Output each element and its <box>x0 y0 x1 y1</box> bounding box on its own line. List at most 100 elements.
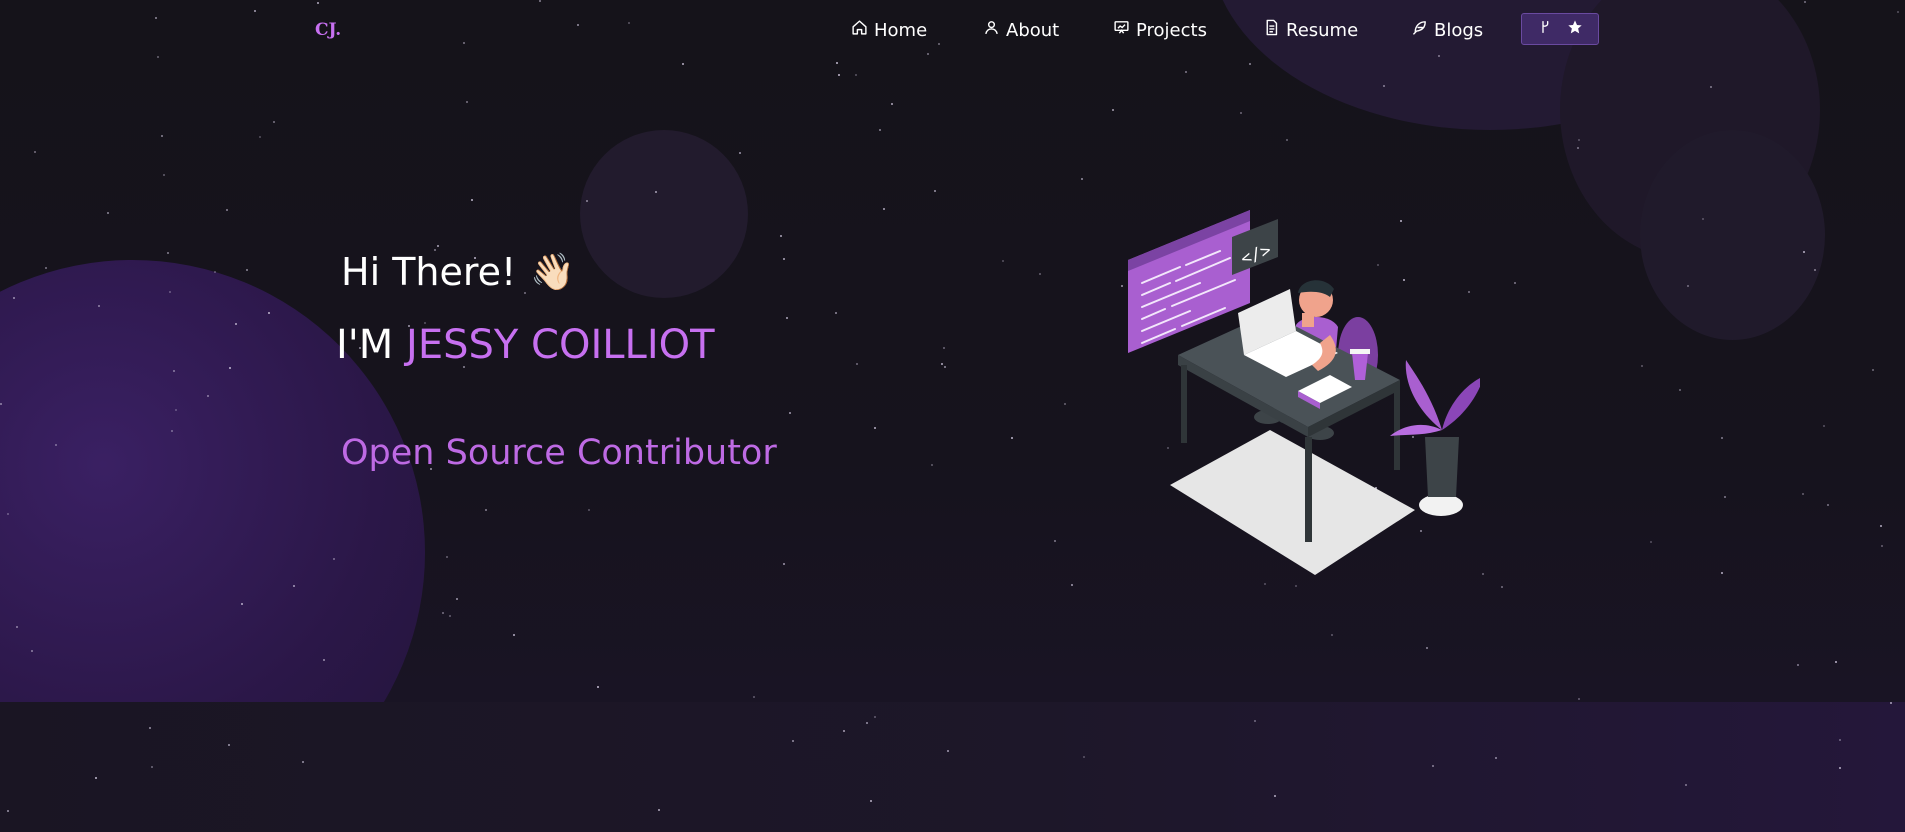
star <box>1264 583 1266 585</box>
star <box>229 367 231 369</box>
star <box>471 199 473 201</box>
nav-item-home[interactable]: Home <box>851 18 927 42</box>
star <box>947 750 949 752</box>
star <box>934 190 936 192</box>
git-fork-icon <box>1537 19 1553 39</box>
star <box>34 151 36 153</box>
star <box>655 191 657 193</box>
star <box>780 235 782 237</box>
star <box>1185 71 1187 73</box>
hero-role: Open Source Contributor <box>341 433 777 473</box>
star <box>586 200 588 202</box>
star <box>1426 647 1428 649</box>
star <box>1249 63 1251 65</box>
star <box>449 615 451 617</box>
hero-greeting: Hi There! 👋🏻 <box>341 250 575 294</box>
star-icon <box>1567 19 1583 39</box>
star <box>7 810 9 812</box>
star <box>1578 139 1580 141</box>
star <box>1802 493 1804 495</box>
star <box>323 659 325 661</box>
star <box>1295 585 1297 587</box>
star <box>1650 541 1652 543</box>
star <box>879 129 881 131</box>
star <box>169 291 171 293</box>
star <box>13 297 15 299</box>
star <box>1890 702 1892 704</box>
star <box>1872 369 1874 371</box>
star <box>175 409 177 411</box>
star <box>0 403 2 405</box>
star <box>792 740 794 742</box>
star <box>1432 765 1434 767</box>
star <box>273 121 275 123</box>
star <box>1081 178 1083 180</box>
star <box>855 74 857 76</box>
star <box>1577 147 1579 149</box>
star <box>513 634 515 636</box>
star <box>783 258 785 260</box>
star <box>682 63 684 65</box>
intro-prefix: I'M <box>336 322 407 368</box>
star <box>163 174 165 176</box>
star <box>1274 795 1276 797</box>
star <box>1839 767 1841 769</box>
star <box>456 598 458 600</box>
star <box>151 766 153 768</box>
star <box>597 686 599 688</box>
star <box>1011 437 1013 439</box>
hero-intro: I'M JESSY COILLIOT <box>336 322 715 368</box>
star <box>856 363 858 365</box>
star <box>226 209 228 211</box>
star <box>259 136 261 138</box>
nav-item-blogs-label: Blogs <box>1434 19 1484 41</box>
nav-item-blogs[interactable]: Blogs <box>1411 18 1483 42</box>
star <box>874 716 876 718</box>
star <box>1797 664 1799 666</box>
star <box>836 62 838 64</box>
star <box>55 444 57 446</box>
star <box>1839 739 1841 741</box>
star <box>1240 112 1242 114</box>
star <box>446 556 448 558</box>
star <box>1083 756 1085 758</box>
star <box>1514 282 1516 284</box>
star <box>1071 584 1073 586</box>
star <box>1383 85 1385 87</box>
star <box>1002 260 1004 262</box>
logo[interactable]: CJ. <box>315 20 341 40</box>
star <box>1702 218 1704 220</box>
star <box>45 267 47 269</box>
nav-item-resume[interactable]: Resume <box>1263 18 1358 42</box>
star <box>95 777 97 779</box>
star <box>753 696 755 698</box>
nav-item-projects[interactable]: Projects <box>1113 18 1207 42</box>
star <box>16 626 18 628</box>
star <box>874 427 876 429</box>
star <box>1286 139 1288 141</box>
star <box>98 305 100 307</box>
star <box>1803 251 1805 253</box>
star <box>838 74 840 76</box>
presentation-icon <box>1113 19 1130 41</box>
star <box>783 563 785 565</box>
hero-name: JESSY COILLIOT <box>406 322 715 368</box>
github-fork-button[interactable] <box>1521 13 1599 45</box>
star <box>1687 285 1689 287</box>
star <box>1881 545 1883 547</box>
star <box>466 101 468 103</box>
star <box>437 245 439 247</box>
star <box>1064 403 1066 405</box>
star <box>835 312 837 314</box>
star <box>941 363 943 365</box>
star <box>1679 389 1681 391</box>
star <box>1710 86 1712 88</box>
star <box>1039 273 1041 275</box>
star <box>207 395 209 397</box>
nav-item-about[interactable]: About <box>983 18 1059 42</box>
star <box>943 347 945 349</box>
star <box>173 370 175 372</box>
star <box>658 809 660 811</box>
star <box>1685 784 1687 786</box>
star <box>1112 109 1114 111</box>
